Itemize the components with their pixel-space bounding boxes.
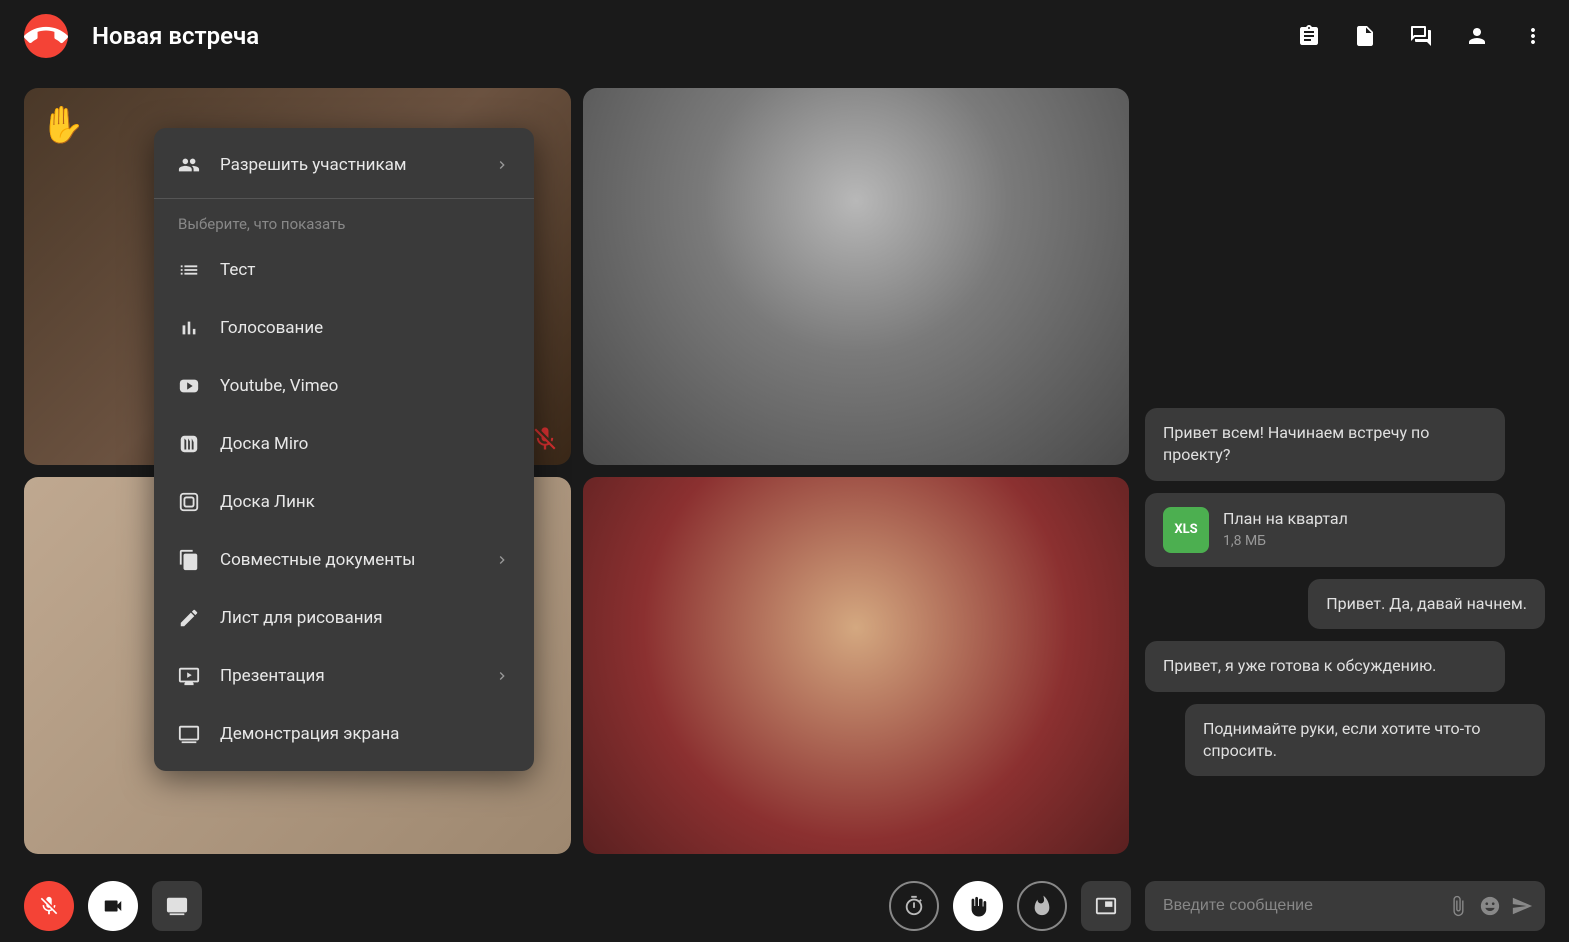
file-name: План на квартал — [1223, 508, 1348, 530]
emoji-icon[interactable] — [1479, 895, 1501, 917]
menu-poll[interactable]: Голосование — [154, 299, 534, 357]
pencil-icon — [178, 607, 200, 629]
link-board-icon — [178, 491, 200, 513]
end-call-button[interactable] — [24, 14, 68, 58]
timer-button[interactable] — [889, 881, 939, 931]
reactions-button[interactable] — [1017, 881, 1067, 931]
screen-share-icon — [178, 723, 200, 745]
share-content-menu: Разрешить участникам Выберите, что показ… — [154, 128, 534, 771]
list-icon — [178, 259, 200, 281]
send-icon[interactable] — [1511, 895, 1533, 917]
attach-icon[interactable] — [1447, 895, 1469, 917]
menu-item-label: Доска Miro — [220, 434, 308, 454]
menu-item-label: Тест — [220, 260, 255, 280]
video-tile-4[interactable] — [583, 477, 1130, 854]
chat-message: Привет. Да, давай начнем. — [1308, 579, 1545, 629]
layout-button[interactable] — [1081, 881, 1131, 931]
video-grid: ✋ Разрешить участникам Выберите, что пок… — [24, 88, 1129, 854]
miro-icon — [178, 433, 200, 455]
camera-toggle-button[interactable] — [88, 881, 138, 931]
menu-item-label: Разрешить участникам — [220, 155, 407, 175]
menu-shared-docs[interactable]: Совместные документы — [154, 531, 534, 589]
menu-item-label: Доска Линк — [220, 492, 315, 512]
bottom-toolbar — [0, 870, 1569, 942]
menu-separator — [154, 198, 534, 199]
file-type-badge: XLS — [1163, 507, 1209, 553]
fire-icon — [1031, 895, 1053, 917]
share-screen-toolbar-button[interactable] — [152, 881, 202, 931]
menu-miro[interactable]: Доска Miro — [154, 415, 534, 473]
chevron-right-icon — [494, 552, 510, 568]
menu-allow-participants[interactable]: Разрешить участникам — [154, 136, 534, 194]
menu-youtube-vimeo[interactable]: Youtube, Vimeo — [154, 357, 534, 415]
monitor-icon — [166, 895, 188, 917]
document-icon[interactable] — [1353, 24, 1377, 48]
header-toolbar — [1297, 24, 1545, 48]
chat-panel: Привет всем! Начинаем встречу по проекту… — [1145, 88, 1545, 854]
meeting-title: Новая встреча — [92, 22, 259, 50]
main-area: ✋ Разрешить участникам Выберите, что пок… — [0, 72, 1569, 870]
menu-item-label: Презентация — [220, 666, 325, 686]
participants-icon[interactable] — [1465, 24, 1489, 48]
chevron-right-icon — [494, 157, 510, 173]
menu-item-label: Голосование — [220, 318, 323, 338]
chat-file-message[interactable]: XLS План на квартал 1,8 МБ — [1145, 493, 1505, 567]
docs-icon — [178, 549, 200, 571]
group-icon — [178, 154, 200, 176]
menu-drawing[interactable]: Лист для рисования — [154, 589, 534, 647]
notes-icon[interactable] — [1297, 24, 1321, 48]
chat-message: Поднимайте руки, если хотите что-то спро… — [1185, 704, 1545, 777]
camera-icon — [102, 895, 124, 917]
mic-muted-icon — [531, 425, 559, 453]
phone-hangup-icon — [24, 14, 68, 58]
menu-hint-text: Выберите, что показать — [154, 203, 534, 241]
menu-item-label: Демонстрация экрана — [220, 724, 399, 744]
menu-test[interactable]: Тест — [154, 241, 534, 299]
menu-link-board[interactable]: Доска Линк — [154, 473, 534, 531]
menu-screen-share[interactable]: Демонстрация экрана — [154, 705, 534, 763]
timer-icon — [903, 895, 925, 917]
chevron-right-icon — [494, 668, 510, 684]
video-tile-2[interactable] — [583, 88, 1130, 465]
chat-message: Привет всем! Начинаем встречу по проекту… — [1145, 408, 1505, 481]
presentation-icon — [178, 665, 200, 687]
chat-icon[interactable] — [1409, 24, 1433, 48]
mic-toggle-button[interactable] — [24, 881, 74, 931]
chat-input[interactable] — [1163, 897, 1437, 915]
raised-hand-icon: ✋ — [40, 104, 85, 146]
menu-item-label: Лист для рисования — [220, 608, 383, 628]
raise-hand-button[interactable] — [953, 881, 1003, 931]
youtube-icon — [178, 375, 200, 397]
menu-item-label: Совместные документы — [220, 550, 415, 570]
menu-item-label: Youtube, Vimeo — [220, 376, 338, 396]
more-vert-icon[interactable] — [1521, 24, 1545, 48]
chat-input-container — [1145, 881, 1545, 931]
chat-message: Привет, я уже готова к обсуждению. — [1145, 641, 1505, 691]
file-size: 1,8 МБ — [1223, 532, 1348, 552]
mic-off-icon — [38, 895, 60, 917]
pip-icon — [1095, 895, 1117, 917]
hand-icon — [967, 895, 989, 917]
header-bar: Новая встреча — [0, 0, 1569, 72]
bar-chart-icon — [178, 317, 200, 339]
menu-presentation[interactable]: Презентация — [154, 647, 534, 705]
